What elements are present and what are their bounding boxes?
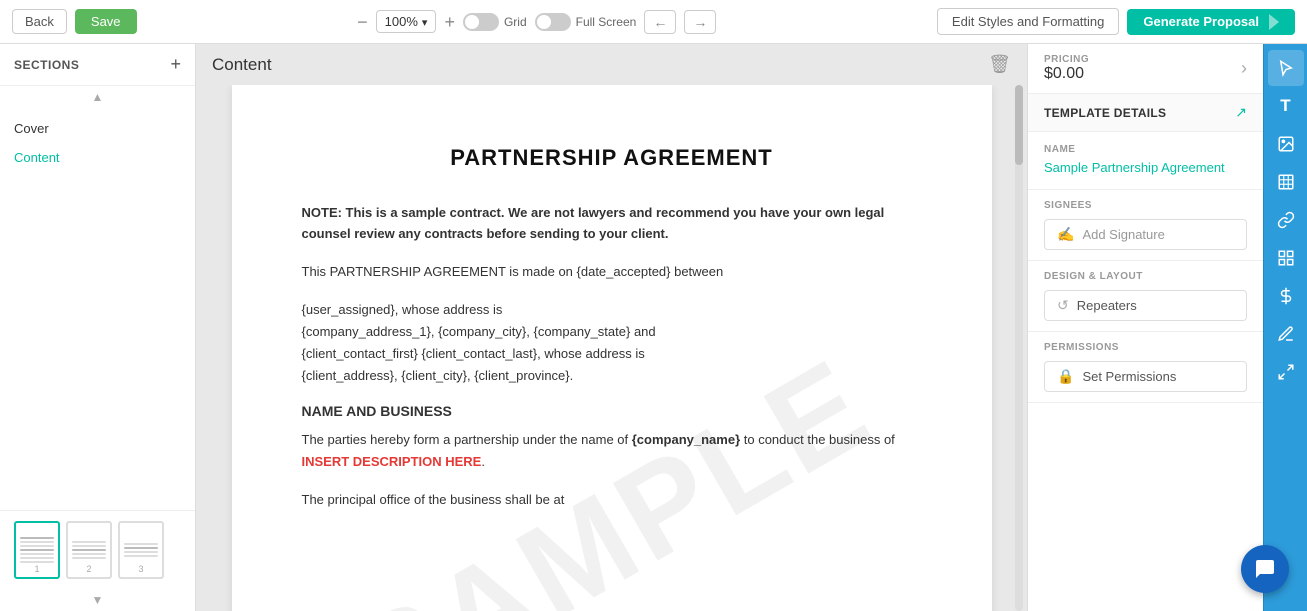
chat-icon bbox=[1253, 557, 1277, 581]
table-icon-btn[interactable] bbox=[1268, 164, 1304, 200]
set-permissions-label: Set Permissions bbox=[1082, 369, 1176, 384]
fullscreen-toggle-group: Full Screen bbox=[535, 13, 637, 31]
pricing-section[interactable]: PRICING $0.00 bbox=[1028, 44, 1263, 94]
fullscreen-toggle[interactable] bbox=[535, 13, 571, 31]
add-section-button[interactable]: + bbox=[170, 54, 181, 75]
thumb-num-1: 1 bbox=[34, 564, 39, 574]
set-permissions-button[interactable]: 🔒 Set Permissions bbox=[1044, 361, 1247, 392]
zoom-in-button[interactable]: + bbox=[444, 13, 455, 31]
pricing-value: $0.00 bbox=[1044, 65, 1089, 83]
anchor-icon-btn[interactable] bbox=[1268, 202, 1304, 238]
generate-proposal-button[interactable]: Generate Proposal bbox=[1127, 9, 1295, 35]
grid-toggle[interactable] bbox=[463, 13, 499, 31]
zoom-dropdown-icon bbox=[422, 14, 428, 29]
permissions-section: PERMISSIONS 🔒 Set Permissions bbox=[1028, 332, 1263, 403]
sidebar-right: PRICING $0.00 TEMPLATE DETAILS ↗ Name Sa… bbox=[1027, 44, 1307, 611]
doc-scroll[interactable]: SAMPLE PARTNERSHIP AGREEMENT NOTE: This … bbox=[196, 85, 1027, 611]
generate-label: Generate Proposal bbox=[1143, 14, 1259, 29]
page-thumb-3[interactable]: 3 bbox=[118, 521, 164, 579]
section1-para2: The principal office of the business sha… bbox=[302, 489, 922, 511]
add-signature-label: Add Signature bbox=[1082, 227, 1164, 242]
save-button[interactable]: Save bbox=[75, 9, 137, 34]
template-details-header: TEMPLATE DETAILS ↗ bbox=[1028, 94, 1263, 132]
lock-icon: 🔒 bbox=[1057, 368, 1074, 385]
page-thumb-1[interactable]: 1 bbox=[14, 521, 60, 579]
thumb-num-3: 3 bbox=[138, 564, 143, 574]
template-details-link-icon[interactable]: ↗ bbox=[1235, 104, 1247, 121]
thumb-num-2: 2 bbox=[86, 564, 91, 574]
image-icon-btn[interactable] bbox=[1268, 126, 1304, 162]
content-area: Content 🗑 SAMPLE PARTNERSHIP AGREEMENT N… bbox=[196, 44, 1027, 611]
pen-icon-btn[interactable] bbox=[1268, 316, 1304, 352]
page-thumbnails: 1 2 3 bbox=[0, 510, 195, 589]
edit-styles-button[interactable]: Edit Styles and Formatting bbox=[937, 8, 1119, 35]
section-list: Cover Content bbox=[0, 108, 195, 510]
zoom-display[interactable]: 100% bbox=[376, 10, 437, 33]
add-signature-button[interactable]: ✍ Add Signature bbox=[1044, 219, 1247, 250]
doc-page: SAMPLE PARTNERSHIP AGREEMENT NOTE: This … bbox=[232, 85, 992, 611]
sections-label: SECTIONS bbox=[14, 58, 79, 72]
grid-label: Grid bbox=[504, 15, 527, 29]
grid-icon-btn[interactable] bbox=[1268, 240, 1304, 276]
sidebar-item-content[interactable]: Content bbox=[0, 143, 195, 172]
signees-label: SIGNEES bbox=[1044, 200, 1247, 211]
scrollbar-thumb[interactable] bbox=[1015, 85, 1023, 165]
doc-heading: PARTNERSHIP AGREEMENT bbox=[302, 145, 922, 171]
pricing-expand-icon bbox=[1241, 58, 1247, 79]
fullscreen-label: Full Screen bbox=[576, 15, 637, 29]
zoom-out-button[interactable]: − bbox=[357, 13, 368, 31]
zoom-value: 100% bbox=[385, 14, 418, 29]
toolbar: Back Save − 100% + Grid Full Screen ← → … bbox=[0, 0, 1307, 44]
design-layout-label: DESIGN & LAYOUT bbox=[1044, 271, 1247, 282]
grid-toggle-group: Grid bbox=[463, 13, 527, 31]
dollar-icon-btn[interactable] bbox=[1268, 278, 1304, 314]
insert-description-link[interactable]: INSERT DESCRIPTION HERE bbox=[302, 454, 482, 469]
section1-title: NAME AND BUSINESS bbox=[302, 403, 922, 419]
signature-icon: ✍ bbox=[1057, 226, 1074, 243]
repeaters-label: Repeaters bbox=[1077, 298, 1137, 313]
sections-header: SECTIONS + bbox=[0, 44, 195, 86]
content-header: Content 🗑 bbox=[196, 44, 1027, 85]
template-details-label: TEMPLATE DETAILS bbox=[1044, 106, 1166, 120]
scrollbar-track bbox=[1015, 85, 1023, 611]
template-name-group: Name Sample Partnership Agreement bbox=[1028, 132, 1263, 190]
text-icon-btn[interactable]: T bbox=[1268, 88, 1304, 124]
back-button[interactable]: Back bbox=[12, 9, 67, 34]
expand-icon-btn[interactable] bbox=[1268, 354, 1304, 390]
main-layout: SECTIONS + ▲ Cover Content 1 bbox=[0, 44, 1307, 611]
section1-para1: The parties hereby form a partnership un… bbox=[302, 429, 922, 473]
toolbar-right: Edit Styles and Formatting Generate Prop… bbox=[937, 8, 1295, 35]
repeaters-icon: ↺ bbox=[1057, 297, 1069, 314]
sidebar-scroll-down[interactable]: ▼ bbox=[0, 589, 195, 611]
sidebar-left: SECTIONS + ▲ Cover Content 1 bbox=[0, 44, 196, 611]
name-label: Name bbox=[1044, 144, 1247, 155]
text-icon: T bbox=[1280, 96, 1290, 116]
name-value: Sample Partnership Agreement bbox=[1044, 159, 1247, 177]
navigate-forward-button[interactable]: → bbox=[684, 10, 716, 34]
delete-section-button[interactable]: 🗑 bbox=[988, 54, 1011, 75]
pricing-label: PRICING bbox=[1044, 54, 1089, 65]
toolbar-center: − 100% + Grid Full Screen ← → bbox=[145, 10, 929, 34]
panel-content: PRICING $0.00 TEMPLATE DETAILS ↗ Name Sa… bbox=[1028, 44, 1263, 611]
navigate-back-button[interactable]: ← bbox=[644, 10, 676, 34]
cursor-icon-btn[interactable] bbox=[1268, 50, 1304, 86]
content-title: Content bbox=[212, 55, 272, 75]
signees-section: SIGNEES ✍ Add Signature bbox=[1028, 190, 1263, 261]
doc-note: NOTE: This is a sample contract. We are … bbox=[302, 203, 922, 245]
doc-para1: This PARTNERSHIP AGREEMENT is made on {d… bbox=[302, 261, 922, 283]
doc-content: PARTNERSHIP AGREEMENT NOTE: This is a sa… bbox=[302, 145, 922, 511]
generate-arrow-icon bbox=[1269, 14, 1279, 30]
permissions-label: PERMISSIONS bbox=[1044, 342, 1247, 353]
page-thumb-2[interactable]: 2 bbox=[66, 521, 112, 579]
sidebar-scroll-up[interactable]: ▲ bbox=[0, 86, 195, 108]
repeaters-button[interactable]: ↺ Repeaters bbox=[1044, 290, 1247, 321]
chat-bubble-button[interactable] bbox=[1241, 545, 1289, 593]
icon-rail: T bbox=[1263, 44, 1307, 611]
sidebar-item-cover[interactable]: Cover bbox=[0, 114, 195, 143]
doc-para2: {user_assigned}, whose address is {compa… bbox=[302, 299, 922, 387]
design-layout-section: DESIGN & LAYOUT ↺ Repeaters bbox=[1028, 261, 1263, 332]
